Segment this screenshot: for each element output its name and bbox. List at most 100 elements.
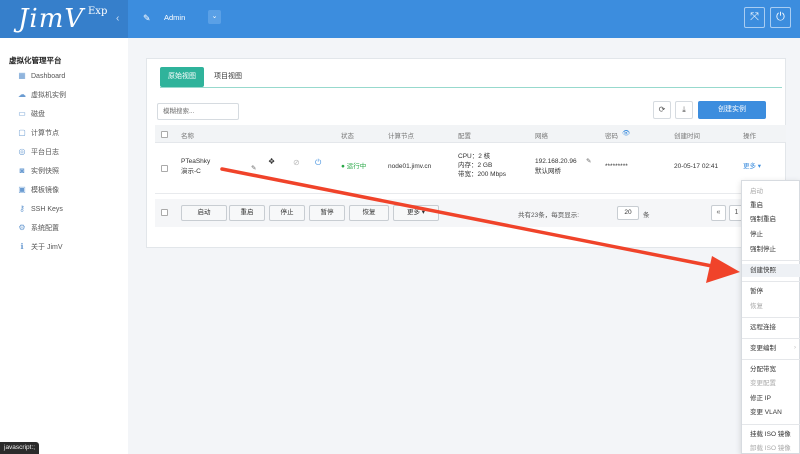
menu-item-unmount-iso[interactable]: 卸载 ISO 镜像 <box>742 442 800 454</box>
edit-ip-icon[interactable]: ✎ <box>586 157 591 166</box>
sidebar-item-label: 实例快照 <box>31 168 59 175</box>
tab-raw-view[interactable]: 原始视图 <box>160 67 204 87</box>
menu-item-resume[interactable]: 恢复 <box>742 300 800 313</box>
col-status: 状态 <box>341 133 354 140</box>
menu-item-fix-ip[interactable]: 修正 IP <box>742 392 800 405</box>
col-actions: 操作 <box>743 133 756 140</box>
sidebar-item-logs[interactable]: ◎ 平台日志 <box>17 145 127 159</box>
config-bandwidth: 带宽：200 Mbps <box>458 171 507 178</box>
instance-name[interactable]: PTeaShky <box>181 157 210 166</box>
stop-button[interactable]: 停止 <box>269 205 305 221</box>
browser-status-bar: javascript:; <box>0 442 40 454</box>
menu-item-change-config-sub[interactable]: 变更编制 › <box>742 342 800 355</box>
edit-name-icon[interactable]: ✎ <box>251 164 256 173</box>
prev-page-button[interactable]: « <box>711 205 726 221</box>
tab-divider <box>160 87 782 88</box>
sidebar-item-label: 磁盘 <box>31 111 45 118</box>
sidebar-item-dashboard[interactable]: ▦ Dashboard <box>17 69 127 83</box>
sidebar-toggle-icon[interactable]: ‹ <box>116 13 119 24</box>
cloud-icon: ☁ <box>18 90 26 99</box>
image-icon: ▣ <box>18 185 26 194</box>
fullscreen-icon[interactable]: ⤧ <box>744 7 765 28</box>
pagination-summary: 共有23条，每页显示: <box>518 212 580 219</box>
config-memory: 内存：2 GB <box>458 162 493 169</box>
user-dropdown-button[interactable]: ⌄ <box>208 10 221 24</box>
menu-item-force-stop[interactable]: 强制停止 <box>742 243 800 256</box>
menu-item-restart[interactable]: 重启 <box>742 199 800 212</box>
user-icon: ✎ <box>143 13 151 23</box>
node-name: node01.jimv.cn <box>388 163 432 170</box>
sidebar-item-label: 关于 JimV <box>31 244 63 251</box>
menu-item-create-snapshot[interactable]: 创建快照 <box>742 264 800 277</box>
sidebar-item-settings[interactable]: ⚙ 系统配置 <box>17 221 127 235</box>
dashboard-icon: ▦ <box>18 71 26 80</box>
camera-icon: ◙ <box>19 166 25 175</box>
menu-divider <box>742 260 800 261</box>
power-icon[interactable]: ⏻ <box>770 7 791 28</box>
eye-toggle-icon[interactable]: 👁 <box>622 129 630 137</box>
download-icon[interactable]: ⤓ <box>675 101 693 119</box>
more-actions-link[interactable]: 更多 ▾ <box>743 162 761 171</box>
page-size-select[interactable]: 20 <box>617 206 639 220</box>
resume-button[interactable]: 恢复 <box>349 205 389 221</box>
network-name: 默认网桥 <box>535 168 561 175</box>
table-row: PTeaShky 演示-C ✎ ❖ ⊘ ⏻ ● 运行中 node01.jimv.… <box>155 144 786 194</box>
key-icon: ⚷ <box>19 204 25 213</box>
refresh-icon[interactable]: ⟳ <box>653 101 671 119</box>
sidebar-item-disks[interactable]: ▭ 磁盘 <box>17 107 127 121</box>
created-time: 20-05-17 02:41 <box>674 163 719 170</box>
brand-name: JimV <box>18 4 85 34</box>
sidebar-item-snapshots[interactable]: ◙ 实例快照 <box>17 164 127 178</box>
sidebar-item-about[interactable]: ℹ 关于 JimV <box>17 240 127 254</box>
menu-item-mount-iso[interactable]: 挂载 ISO 镜像 <box>742 428 800 441</box>
info-icon: ℹ <box>20 242 24 251</box>
sidebar-item-label: Dashboard <box>31 73 66 80</box>
sidebar-item-label: 计算节点 <box>31 130 59 137</box>
col-password: 密码 <box>605 133 618 140</box>
sidebar-item-instances[interactable]: ☁ 虚拟机实例 <box>17 88 127 102</box>
sidebar-item-label: 模板镜像 <box>31 187 59 194</box>
search-input[interactable] <box>157 103 239 120</box>
gear-icon: ⚙ <box>18 223 26 232</box>
tab-project-view[interactable]: 项目视图 <box>206 67 250 87</box>
menu-divider <box>742 281 800 282</box>
menu-item-pause[interactable]: 暂停 <box>742 285 800 298</box>
instances-panel: 原始视图 项目视图 ⟳ ⤓ 创建实例 名称 状态 计算节点 配置 网络 密码 👁… <box>146 58 786 248</box>
pause-button[interactable]: 暂停 <box>309 205 345 221</box>
menu-item-force-restart[interactable]: 强制重启 <box>742 213 800 226</box>
col-name: 名称 <box>181 133 194 140</box>
create-instance-button[interactable]: 创建实例 <box>698 101 766 119</box>
sidebar-item-ssh-keys[interactable]: ⚷ SSH Keys <box>17 202 127 216</box>
instance-actions-menu: 启动 重启 强制重启 停止 强制停止 创建快照 暂停 恢复 远程连接 变更编制 ›… <box>741 180 800 454</box>
main-content: 原始视图 项目视图 ⟳ ⤓ 创建实例 名称 状态 计算节点 配置 网络 密码 👁… <box>128 38 800 454</box>
sidebar-item-label: 系统配置 <box>31 225 59 232</box>
more-button[interactable]: 更多 ▾ <box>393 205 439 221</box>
menu-item-change-config[interactable]: 变更配置 <box>742 377 800 390</box>
eye-icon: ◎ <box>18 147 26 156</box>
brand-logo[interactable]: JimV Exp ‹ <box>0 0 128 38</box>
menu-item-change-vlan[interactable]: 变更 VLAN <box>742 406 800 419</box>
status-badge: ● 运行中 <box>341 163 367 170</box>
sidebar-item-label: 平台日志 <box>31 149 59 156</box>
disk-icon: ▭ <box>18 109 26 118</box>
brand-edition: Exp <box>88 6 108 17</box>
menu-divider <box>742 338 800 339</box>
restart-button[interactable]: 重启 <box>229 205 265 221</box>
select-all-checkbox[interactable] <box>161 131 168 138</box>
menu-item-remote-connect[interactable]: 远程连接 <box>742 321 800 334</box>
menu-item-stop[interactable]: 停止 <box>742 228 800 241</box>
sidebar-item-images[interactable]: ▣ 模板镜像 <box>17 183 127 197</box>
start-button[interactable]: 启动 <box>181 205 227 221</box>
table-footer: 启动 重启 停止 暂停 恢复 更多 ▾ 共有23条，每页显示: 20 条 « 1 <box>155 199 786 227</box>
disabled-action-icon: ⊘ <box>293 158 300 167</box>
menu-item-start[interactable]: 启动 <box>742 185 800 198</box>
console-icon[interactable]: ⏻ <box>315 158 321 167</box>
sidebar-title: 虚拟化管理平台 <box>9 56 62 65</box>
user-name[interactable]: Admin <box>164 13 185 22</box>
footer-select-all-checkbox[interactable] <box>161 209 168 216</box>
sidebar-item-nodes[interactable]: ▢ 计算节点 <box>17 126 127 140</box>
sidebar: 虚拟化管理平台 ▦ Dashboard ☁ 虚拟机实例 ▭ 磁盘 ▢ 计算节点 ◎ 平台日… <box>0 38 128 454</box>
row-checkbox[interactable] <box>161 165 168 172</box>
menu-item-allocate-bandwidth[interactable]: 分配带宽 <box>742 363 800 376</box>
ip-address: 192.168.20.96 <box>535 158 577 165</box>
